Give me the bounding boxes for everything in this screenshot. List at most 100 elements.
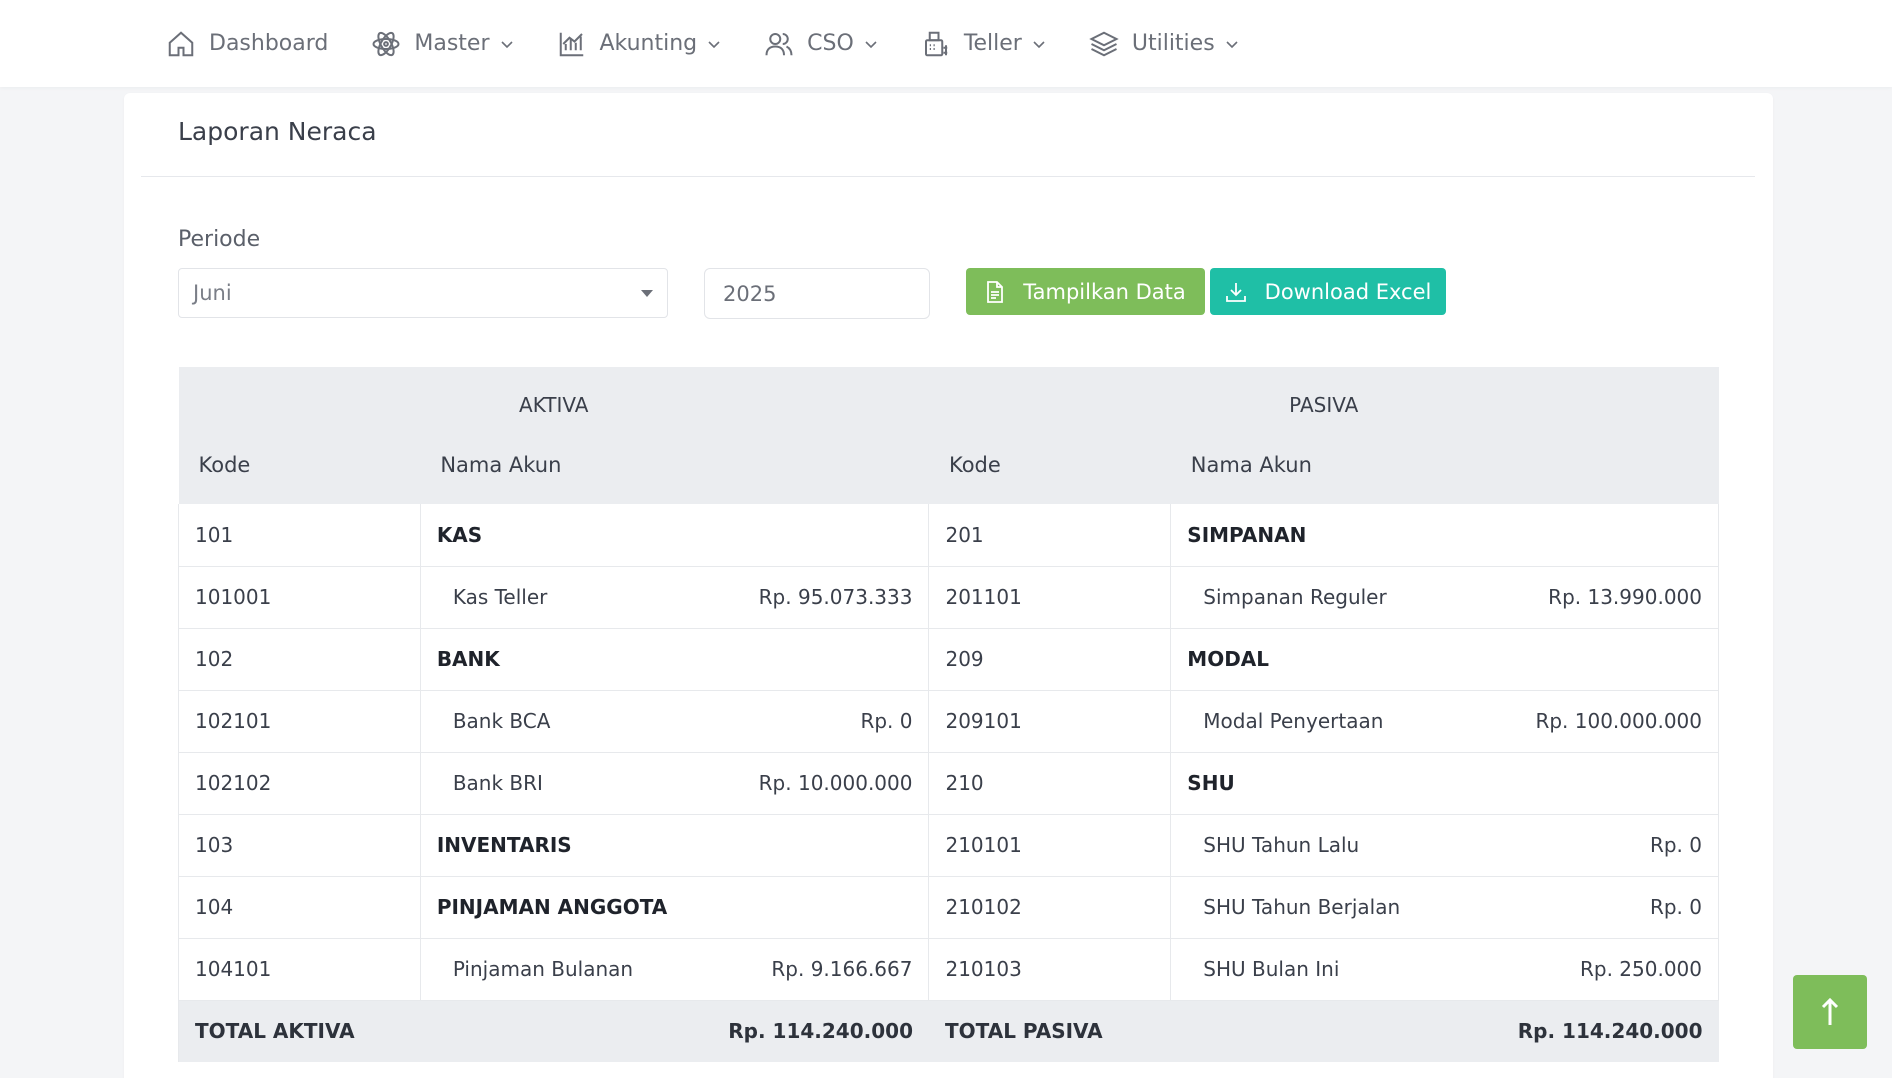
month-select[interactable]: Juni bbox=[178, 268, 668, 318]
pasiva-code: 209 bbox=[928, 628, 1172, 691]
nav-teller-label: Teller bbox=[963, 31, 1022, 56]
pasiva-account-name: SIMPANAN bbox=[1187, 522, 1307, 547]
aktiva-account-name: Kas Teller bbox=[452, 585, 548, 609]
year-input[interactable] bbox=[704, 268, 930, 319]
aktiva-account-name: KAS bbox=[436, 522, 483, 547]
aktiva-code: 101 bbox=[178, 504, 421, 567]
aktiva-code: 102101 bbox=[178, 690, 421, 753]
download-excel-button[interactable]: Download Excel bbox=[1210, 268, 1446, 315]
nav-akunting[interactable]: Akunting bbox=[556, 0, 722, 87]
nav-cso-label: CSO bbox=[807, 31, 854, 56]
col-nama-pasiva: Nama Akun bbox=[1170, 433, 1719, 504]
col-nama-aktiva: Nama Akun bbox=[420, 433, 929, 504]
aktiva-account-cell: INVENTARIS bbox=[420, 814, 930, 877]
pasiva-account-content: SHU Tahun Lalu Rp. 0 bbox=[1187, 833, 1702, 857]
nav-dashboard[interactable]: Dashboard bbox=[165, 0, 328, 87]
table-row: 102102 Bank BRI Rp. 10.000.000 210 SHU bbox=[178, 752, 1719, 815]
table-row: 104 PINJAMAN ANGGOTA 210102 SHU Tahun Berja… bbox=[178, 876, 1719, 939]
top-navigation: Dashboard Master Akunting CSO Teller Uti… bbox=[0, 0, 1892, 87]
pasiva-account-content: MODAL bbox=[1187, 647, 1702, 671]
pasiva-account-amount: Rp. 0 bbox=[1649, 895, 1702, 919]
total-pasiva-value: Rp. 114.240.000 bbox=[1170, 1000, 1719, 1062]
download-icon bbox=[1225, 282, 1246, 302]
total-pasiva-label: TOTAL PASIVA bbox=[928, 1000, 1171, 1062]
pasiva-account-name: SHU bbox=[1187, 771, 1235, 795]
atom-icon bbox=[370, 28, 402, 60]
table-row: 101 KAS 201 SIMPANAN bbox=[178, 504, 1719, 567]
pasiva-account-amount: Rp. 250.000 bbox=[1579, 957, 1702, 981]
aktiva-account-cell: Pinjaman Bulanan Rp. 9.166.667 bbox=[420, 938, 930, 1001]
col-kode-aktiva: Kode bbox=[178, 433, 421, 504]
aktiva-code: 104 bbox=[178, 876, 421, 939]
aktiva-account-content: KAS bbox=[437, 523, 913, 547]
pasiva-account-amount: Rp. 13.990.000 bbox=[1548, 585, 1702, 609]
back-to-top-button[interactable] bbox=[1793, 975, 1867, 1049]
pasiva-account-cell: SHU Tahun Lalu Rp. 0 bbox=[1170, 814, 1719, 877]
total-row: TOTAL AKTIVA Rp. 114.240.000 TOTAL PASIVA R… bbox=[178, 1000, 1719, 1062]
page-title: Laporan Neraca bbox=[178, 117, 377, 146]
aktiva-account-amount: Rp. 0 bbox=[860, 709, 913, 733]
aktiva-header: AKTIVA bbox=[178, 367, 929, 433]
pasiva-header: PASIVA bbox=[928, 367, 1719, 433]
balance-sheet-table-wrap: AKTIVA PASIVA Kode Nama Akun Kode Nama A… bbox=[178, 367, 1719, 1062]
aktiva-account-name: Bank BCA bbox=[452, 709, 551, 733]
document-icon bbox=[987, 280, 1004, 303]
chevron-down-icon bbox=[864, 37, 878, 51]
pasiva-account-content: Modal Penyertaan Rp. 100.000.000 bbox=[1187, 709, 1702, 733]
table-row: 101001 Kas Teller Rp. 95.073.333 201101 Simp… bbox=[178, 566, 1719, 629]
aktiva-account-content: Bank BRI Rp. 10.000.000 bbox=[437, 771, 913, 795]
aktiva-account-cell: Bank BRI Rp. 10.000.000 bbox=[420, 752, 930, 815]
aktiva-account-name: INVENTARIS bbox=[436, 833, 572, 857]
aktiva-account-name: Pinjaman Bulanan bbox=[452, 957, 634, 981]
nav-master-label: Master bbox=[414, 31, 490, 56]
home-icon bbox=[165, 28, 197, 60]
table-row: 103 INVENTARIS 210101 SHU Tahun Lalu Rp. 0 bbox=[178, 814, 1719, 877]
aktiva-account-content: Kas Teller Rp. 95.073.333 bbox=[437, 585, 913, 609]
pasiva-account-content: SHU Tahun Berjalan Rp. 0 bbox=[1187, 895, 1702, 919]
aktiva-code: 102102 bbox=[178, 752, 421, 815]
bar-chart-icon bbox=[556, 28, 588, 60]
aktiva-account-amount: Rp. 9.166.667 bbox=[771, 957, 913, 981]
table-body: 101 KAS 201 SIMPANAN 101001 Kas Teller Rp. 95.… bbox=[178, 504, 1719, 1062]
aktiva-account-amount: Rp. 10.000.000 bbox=[758, 771, 913, 795]
pasiva-code: 210103 bbox=[928, 938, 1172, 1001]
pasiva-account-name: SHU Tahun Lalu bbox=[1203, 833, 1360, 857]
arrow-up-icon bbox=[1821, 997, 1839, 1025]
aktiva-account-name: Bank BRI bbox=[452, 771, 543, 795]
aktiva-account-content: INVENTARIS bbox=[437, 833, 913, 857]
aktiva-code: 103 bbox=[178, 814, 421, 877]
caret-down-icon bbox=[641, 290, 653, 297]
aktiva-account-cell: Kas Teller Rp. 95.073.333 bbox=[420, 566, 930, 629]
aktiva-account-cell: KAS bbox=[420, 504, 930, 567]
cash-register-icon bbox=[920, 28, 952, 60]
show-data-button[interactable]: Tampilkan Data bbox=[966, 268, 1205, 315]
aktiva-account-cell: Bank BCA Rp. 0 bbox=[420, 690, 930, 753]
pasiva-account-name: MODAL bbox=[1187, 647, 1270, 671]
aktiva-account-cell: BANK bbox=[420, 628, 930, 691]
balance-sheet-table: AKTIVA PASIVA Kode Nama Akun Kode Nama A… bbox=[178, 367, 1719, 1062]
pasiva-code: 210 bbox=[928, 752, 1172, 815]
pasiva-account-content: SIMPANAN bbox=[1187, 523, 1702, 547]
nav-dashboard-label: Dashboard bbox=[209, 31, 329, 56]
nav-master[interactable]: Master bbox=[370, 0, 513, 87]
pasiva-account-cell: SIMPANAN bbox=[1170, 504, 1719, 567]
aktiva-code: 104101 bbox=[178, 938, 421, 1001]
nav-cso[interactable]: CSO bbox=[763, 0, 878, 87]
aktiva-code: 101001 bbox=[178, 566, 421, 629]
chevron-down-icon bbox=[1225, 37, 1239, 51]
nav-utilities[interactable]: Utilities bbox=[1088, 0, 1239, 87]
chevron-down-icon bbox=[1032, 37, 1046, 51]
pasiva-account-cell: SHU Bulan Ini Rp. 250.000 bbox=[1170, 938, 1719, 1001]
aktiva-account-name: PINJAMAN ANGGOTA bbox=[436, 895, 668, 919]
pasiva-account-name: Modal Penyertaan bbox=[1203, 709, 1384, 733]
nav-teller[interactable]: Teller bbox=[920, 0, 1046, 87]
pasiva-account-content: SHU Bulan Ini Rp. 250.000 bbox=[1187, 957, 1702, 981]
pasiva-account-name: Simpanan Reguler bbox=[1203, 585, 1387, 609]
download-excel-label: Download Excel bbox=[1264, 279, 1432, 304]
aktiva-account-cell: PINJAMAN ANGGOTA bbox=[420, 876, 930, 939]
pasiva-account-cell: SHU Tahun Berjalan Rp. 0 bbox=[1170, 876, 1719, 939]
total-aktiva-label: TOTAL AKTIVA bbox=[178, 1000, 421, 1062]
nav-utilities-label: Utilities bbox=[1131, 31, 1215, 56]
pasiva-account-name: SHU Tahun Berjalan bbox=[1203, 895, 1401, 919]
chevron-down-icon bbox=[707, 37, 721, 51]
